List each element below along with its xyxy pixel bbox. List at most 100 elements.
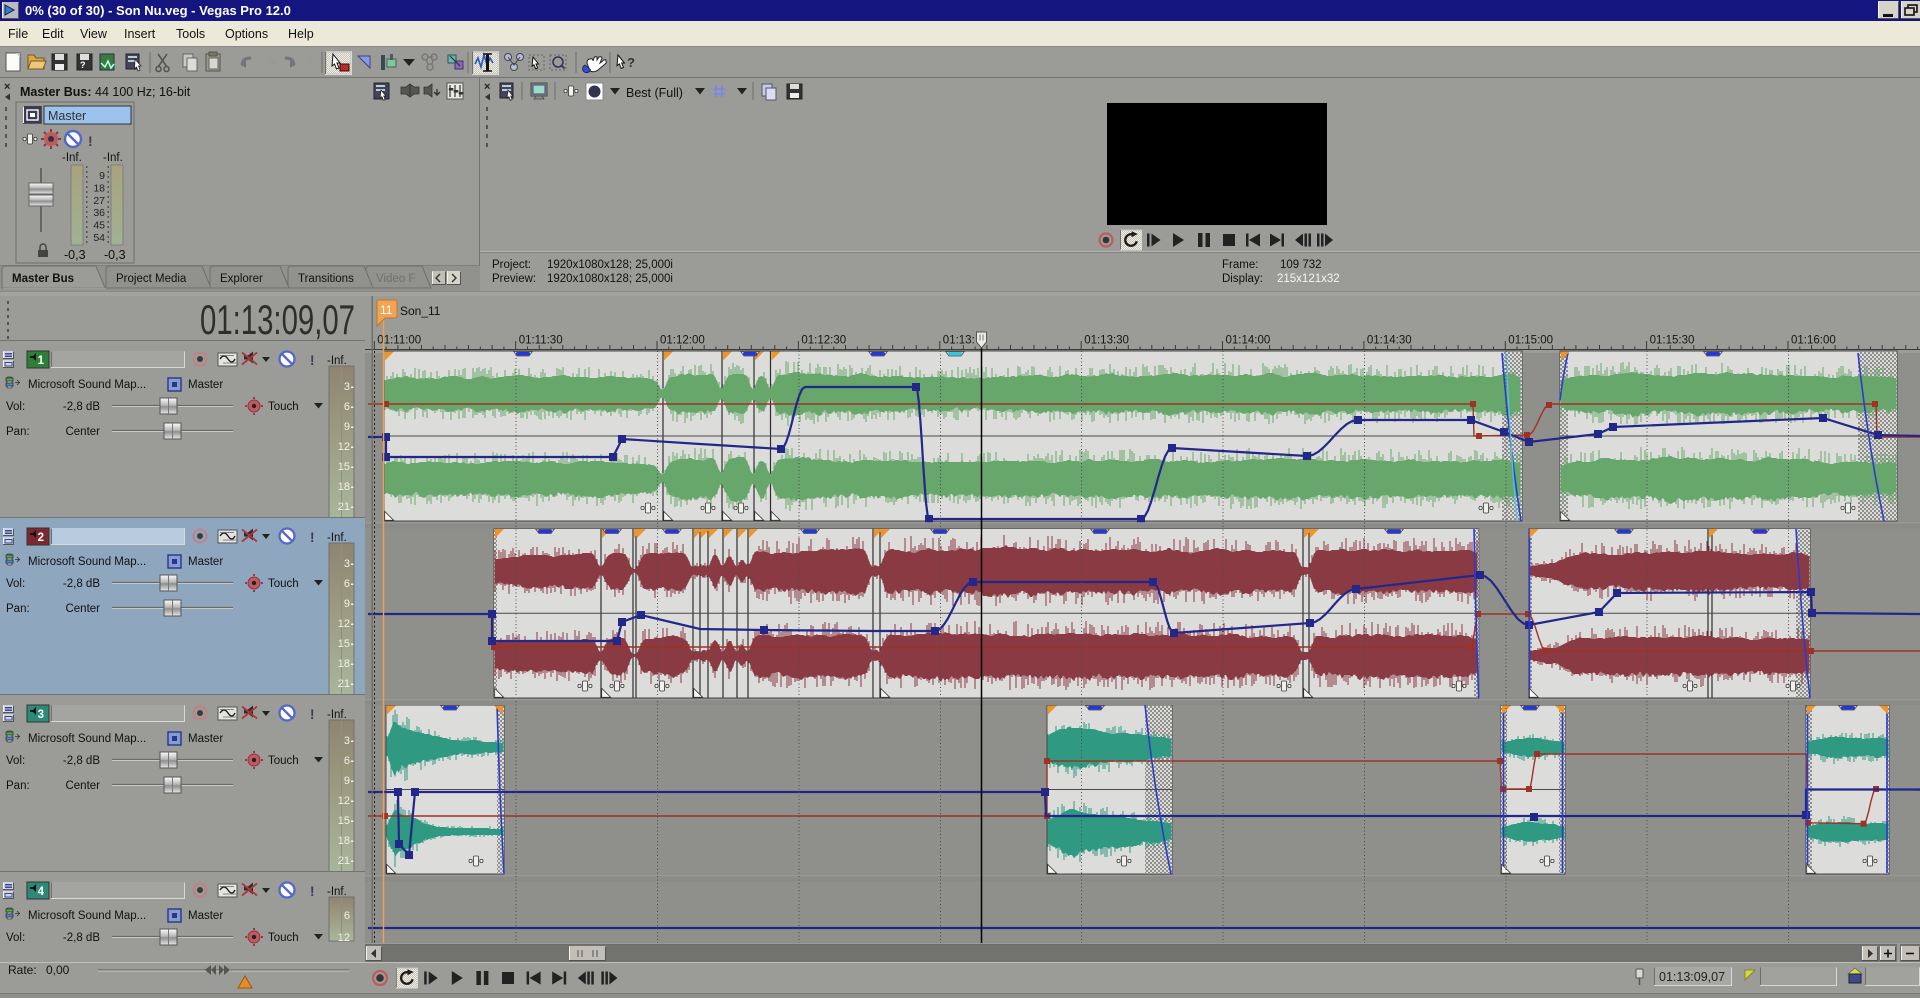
svg-text:3: 3 <box>344 735 350 747</box>
svg-text:6: 6 <box>344 401 350 413</box>
svg-text:Master Bus: 44 100 Hz; 16-bit: Master Bus: 44 100 Hz; 16-bit <box>20 85 191 99</box>
svg-text:Rate:: Rate: <box>8 963 37 977</box>
svg-text:12: 12 <box>338 441 350 453</box>
svg-text:9: 9 <box>344 598 350 610</box>
svg-text:Explorer: Explorer <box>220 273 263 285</box>
svg-text:!: ! <box>310 707 315 722</box>
svg-text:-Inf.: -Inf. <box>327 886 347 898</box>
svg-text:-Inf.: -Inf. <box>62 152 82 164</box>
svg-text:Insert: Insert <box>124 27 156 41</box>
svg-text:!: ! <box>310 530 315 545</box>
svg-text:-0,3: -0,3 <box>104 248 126 262</box>
svg-text:6: 6 <box>344 578 350 590</box>
svg-text:Vol:: Vol: <box>6 578 25 590</box>
svg-text:×: × <box>4 81 10 93</box>
svg-text:6: 6 <box>344 910 350 922</box>
svg-text:Center: Center <box>65 603 100 615</box>
svg-text:Center: Center <box>65 780 100 792</box>
svg-text:!: ! <box>88 133 93 149</box>
svg-text:9: 9 <box>344 775 350 787</box>
svg-text:-0,3: -0,3 <box>64 248 86 262</box>
svg-text:Best (Full): Best (Full) <box>626 86 683 100</box>
svg-text:1: 1 <box>38 355 45 367</box>
svg-text:Son_11: Son_11 <box>400 304 441 318</box>
svg-text:Microsoft Sound Map...: Microsoft Sound Map... <box>28 379 146 391</box>
svg-text:Vol:: Vol: <box>6 932 25 944</box>
svg-text:Touch: Touch <box>268 401 299 413</box>
svg-text:12: 12 <box>338 932 350 944</box>
svg-text:36: 36 <box>93 207 105 219</box>
svg-text:01:12:00: 01:12:00 <box>660 335 705 347</box>
svg-text:01:12:30: 01:12:30 <box>801 335 846 347</box>
svg-text:-Inf.: -Inf. <box>327 532 347 544</box>
svg-text:Master: Master <box>188 733 223 745</box>
svg-text:Master Bus: Master Bus <box>12 273 74 285</box>
svg-text:Pan:: Pan: <box>6 780 30 792</box>
svg-text:01:11:30: 01:11:30 <box>519 335 563 347</box>
svg-text:-Inf.: -Inf. <box>103 152 123 164</box>
svg-text:Master: Master <box>188 556 223 568</box>
svg-text:27: 27 <box>93 195 105 207</box>
svg-text:Vol:: Vol: <box>6 755 25 767</box>
svg-text:4: 4 <box>38 886 45 898</box>
svg-text:?: ? <box>627 55 635 70</box>
svg-text:01:15:30: 01:15:30 <box>1650 335 1695 347</box>
svg-text:Master: Master <box>188 379 223 391</box>
svg-text:45: 45 <box>93 220 105 232</box>
svg-text:Touch: Touch <box>268 755 299 767</box>
svg-text:Transitions: Transitions <box>298 273 354 285</box>
svg-text:01:13:09,07: 01:13:09,07 <box>200 296 355 343</box>
svg-text:18: 18 <box>338 481 350 493</box>
svg-text:21: 21 <box>338 855 350 867</box>
svg-text:Microsoft Sound Map...: Microsoft Sound Map... <box>28 910 146 922</box>
svg-text:-2,8 dB: -2,8 dB <box>63 755 100 767</box>
svg-text:Help: Help <box>288 27 314 41</box>
svg-text:11: 11 <box>380 303 393 317</box>
svg-text:18: 18 <box>93 182 105 194</box>
svg-text:01:13:30: 01:13:30 <box>1084 335 1129 347</box>
svg-text:!: ! <box>310 884 315 899</box>
svg-text:Pan:: Pan: <box>6 603 30 615</box>
svg-text:Video F: Video F <box>376 273 415 285</box>
svg-text:9: 9 <box>344 421 350 433</box>
svg-text:18: 18 <box>338 835 350 847</box>
svg-text:01:16:00: 01:16:00 <box>1791 335 1836 347</box>
svg-text:×: × <box>484 81 490 93</box>
svg-text:18: 18 <box>338 658 350 670</box>
svg-text:12: 12 <box>338 618 350 630</box>
svg-text:Edit: Edit <box>42 27 64 41</box>
svg-text:9: 9 <box>99 170 105 182</box>
svg-text:6: 6 <box>344 755 350 767</box>
svg-text:01:14:30: 01:14:30 <box>1367 335 1412 347</box>
svg-text:21: 21 <box>338 678 350 690</box>
svg-text:Options: Options <box>225 27 268 41</box>
svg-text:0,00: 0,00 <box>46 963 70 977</box>
svg-text:!: ! <box>310 353 315 368</box>
svg-text:?: ? <box>80 60 86 70</box>
svg-text:0% (30 of 30) - Son Nu.veg - V: 0% (30 of 30) - Son Nu.veg - Vegas Pro 1… <box>25 3 291 18</box>
svg-text:3: 3 <box>344 381 350 393</box>
svg-text:-2,8 dB: -2,8 dB <box>63 401 100 413</box>
svg-text:-Inf.: -Inf. <box>327 709 347 721</box>
svg-text:15: 15 <box>338 461 350 473</box>
svg-text:Touch: Touch <box>268 932 299 944</box>
svg-text:109 732: 109 732 <box>1280 259 1322 271</box>
svg-text:01:13:: 01:13: <box>943 335 975 347</box>
svg-text:View: View <box>80 27 108 41</box>
svg-text:3: 3 <box>344 558 350 570</box>
svg-text:21: 21 <box>338 501 350 513</box>
svg-text:-2,8 dB: -2,8 dB <box>63 932 100 944</box>
svg-text:Microsoft Sound Map...: Microsoft Sound Map... <box>28 733 146 745</box>
svg-text:215x121x32: 215x121x32 <box>1277 273 1340 285</box>
svg-text:Project Media: Project Media <box>116 273 187 285</box>
svg-text:54: 54 <box>93 232 105 244</box>
svg-text:Frame:: Frame: <box>1222 259 1258 271</box>
svg-text:-Inf.: -Inf. <box>327 355 347 367</box>
svg-text:Master: Master <box>48 109 86 123</box>
svg-text:1920x1080x128; 25,000i: 1920x1080x128; 25,000i <box>547 259 673 271</box>
svg-text:-2,8 dB: -2,8 dB <box>63 578 100 590</box>
svg-text:12: 12 <box>338 795 350 807</box>
svg-text:Tools: Tools <box>176 27 205 41</box>
svg-text:Center: Center <box>65 426 100 438</box>
svg-text:Pan:: Pan: <box>6 426 30 438</box>
